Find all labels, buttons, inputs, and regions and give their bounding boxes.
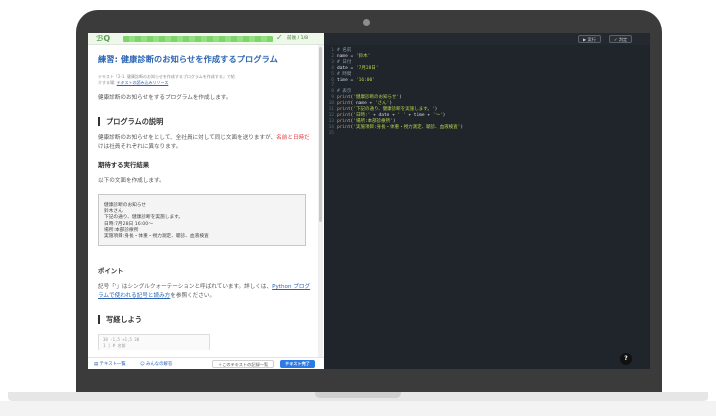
code-token: '日時:'	[353, 112, 371, 118]
section-heading-copy: 写経しよう	[98, 315, 311, 324]
code-token: print	[337, 118, 351, 124]
lesson-pane: ℬQ ✓ 前後 / 1/8 練習: 健康診断のお知らせを作成するプログラム テキ…	[88, 33, 324, 369]
laptop-base	[0, 392, 716, 416]
text-list-label: テキスト一覧	[99, 362, 126, 367]
lesson-meta: テキスト「2-1. 健康診断のお知らせを作成するプログラムを作成する」で紹 介す…	[98, 74, 311, 86]
python-symbols-link[interactable]: Python プログ	[272, 284, 310, 290]
section-heading-expected: 期待する実行結果	[98, 161, 150, 169]
intro-text: 健康診断のお知らせをするプログラムを作成します。	[98, 95, 232, 101]
point-text-end: を参照ください。	[170, 293, 216, 299]
expected-intro: 以下の文面を作成します。	[98, 178, 165, 184]
code-token: ( name +	[350, 101, 375, 107]
python-symbols-link-cont[interactable]: ラムで使われる記号と読み方	[98, 293, 170, 299]
code-token: print	[337, 95, 351, 101]
judge-button[interactable]: ✓ 判定	[609, 35, 633, 43]
check-icon: ✓	[276, 33, 283, 42]
record-list-button[interactable]: ＋このテキストの記録一覧	[212, 360, 275, 368]
code-token: print	[337, 112, 351, 118]
code-token: '〜'	[432, 112, 443, 118]
code-token: # 名前	[337, 48, 352, 53]
program-description: 健康診断のお知らせをとして、全社員に対して同じ文面を送りますが、名前と日時だけは…	[98, 134, 311, 152]
code-token: + time +	[405, 112, 433, 118]
text-list-link[interactable]: ▤ テキスト一覧	[94, 361, 126, 367]
code-token: )	[392, 118, 396, 124]
code-token: + date +	[370, 112, 398, 118]
lesson-content: 練習: 健康診断のお知らせを作成するプログラム テキスト「2-1. 健康診断のお…	[98, 50, 311, 350]
code-token: print	[337, 107, 351, 112]
expected-output-box: 健康診断のお知らせ 鈴木さん 下記の通り、健康診断を実施します。 日時:7月28…	[98, 194, 306, 246]
code-line[interactable]: 15	[324, 131, 650, 137]
editor-toolbar: ▶ 実行 ✓ 判定	[324, 33, 650, 45]
code-token: '7月28日'	[355, 65, 379, 71]
code-token: '鈴木'	[355, 53, 371, 59]
code-token: time =	[337, 77, 356, 83]
code-token: '16:00'	[355, 77, 375, 83]
line-number: 15	[328, 130, 334, 136]
code-editor[interactable]: ▶ 実行 ✓ 判定 1 # 名前 2 name = '鈴木' 3 # 日付 4 date = …	[324, 33, 650, 369]
help-button[interactable]: ?	[620, 353, 632, 365]
page-title: 練習: 健康診断のお知らせを作成するプログラム	[98, 54, 278, 64]
program-text: 健康診断のお知らせをとして、全社員に対して同じ文面を送りますが、	[98, 135, 277, 141]
program-text-accent: 名前と日時だ	[276, 135, 310, 141]
answers-label: みんなの解答	[145, 362, 173, 367]
progress-bar	[123, 36, 273, 42]
code-token: )	[389, 101, 393, 107]
laptop-lid: ℬQ ✓ 前後 / 1/8 練習: 健康診断のお知らせを作成するプログラム テキ…	[76, 10, 662, 392]
program-text-end: けは社員それぞれに異なります。	[98, 144, 182, 150]
progress-header: ℬQ ✓ 前後 / 1/8	[88, 33, 324, 45]
step-counter[interactable]: 前後 / 1/8	[287, 35, 308, 41]
code-token: )	[399, 95, 402, 101]
code-token: '下記の通り、健康診断を実施します。'	[353, 107, 435, 112]
point-text: 記号「'」はシングルクォーテーションと呼ばれています。詳しくは、Python プ…	[98, 283, 311, 301]
laptop-notch	[315, 392, 401, 398]
screen: ℬQ ✓ 前後 / 1/8 練習: 健康診断のお知らせを作成するプログラム テキ…	[88, 33, 650, 369]
diff-code-box: 38 -1,5 +1,5 38 1 | # 名前	[98, 334, 210, 350]
meta-label: 介する場:	[98, 80, 116, 85]
answers-link[interactable]: ☺ みんなの解答	[140, 361, 172, 367]
code-token: name =	[337, 53, 356, 59]
code-token: '健康診断のお知らせ'	[353, 95, 400, 101]
code-token: )	[442, 112, 446, 118]
lesson-footer: ▤ テキスト一覧 ☺ みんなの解答 ＋このテキストの記録一覧 テキスト完了	[88, 357, 324, 369]
diff-line: 1 | # 名前	[103, 343, 126, 348]
code-token: )	[434, 107, 438, 112]
code-token: # 時間	[337, 71, 352, 77]
camera-icon	[363, 19, 370, 26]
run-button[interactable]: ▶ 実行	[578, 35, 601, 43]
resource-link[interactable]: テキストの読み込みリソース	[117, 80, 169, 85]
code-token: date =	[337, 65, 356, 71]
code-token: print	[337, 101, 351, 107]
point-text-start: 記号「'」はシングルクォーテーションと呼ばれています。詳しくは、	[98, 284, 273, 290]
laptop-foot	[0, 401, 716, 416]
code-token: 'さん'	[374, 101, 390, 107]
code-token: print	[337, 124, 351, 130]
code-token: '実施項目:身長・体重・視力測定、聴診、血液検査'	[353, 124, 461, 130]
meta-line-2: 介する場: テキストの読み込みリソース	[98, 80, 311, 86]
code-token: ' '	[397, 112, 406, 118]
scrollbar-thumb[interactable]	[319, 47, 322, 222]
app-logo[interactable]: ℬQ	[96, 34, 110, 43]
output-line: 実施項目:身長・体重・視力測定、聴診、血液検査	[104, 234, 209, 240]
finish-text-button[interactable]: テキスト完了	[280, 360, 315, 368]
section-heading-point: ポイント	[98, 267, 124, 275]
section-heading-program: プログラムの説明	[98, 117, 311, 126]
code-token: )	[460, 124, 464, 130]
code-token: # 表示	[337, 89, 352, 95]
code-token: '場所:本部診療所'	[353, 118, 393, 124]
code-token: # 日付	[337, 59, 352, 65]
